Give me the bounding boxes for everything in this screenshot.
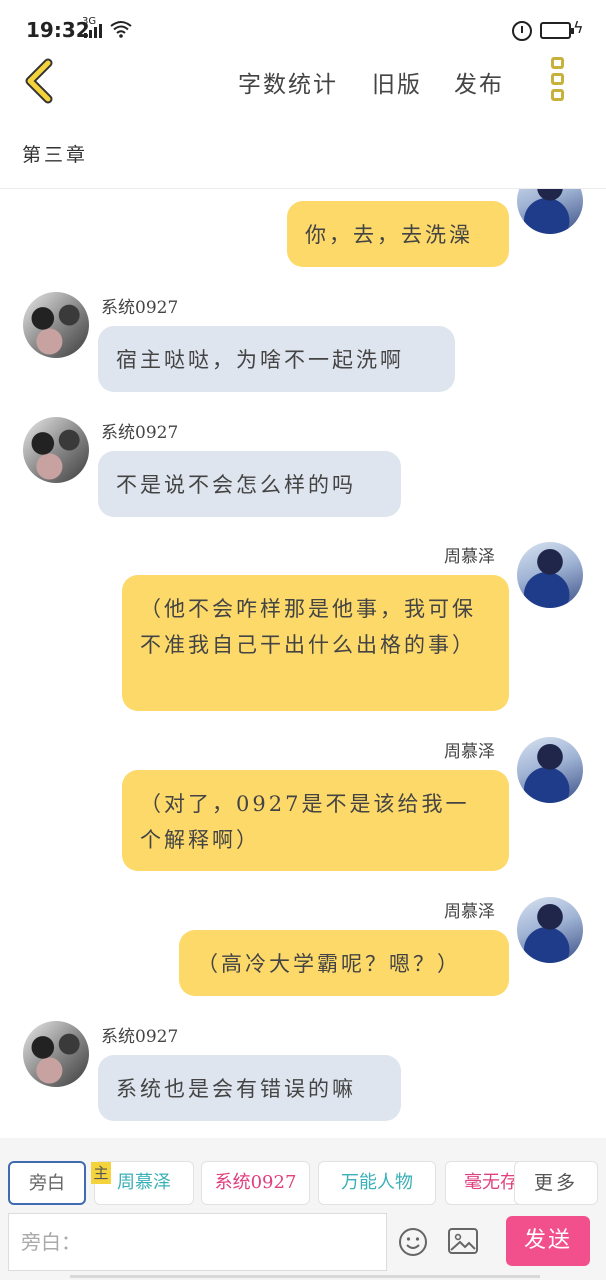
send-button[interactable]: 发送 — [506, 1216, 590, 1266]
more-menu-icon[interactable] — [548, 57, 568, 107]
chapter-title[interactable]: 第三章 — [22, 140, 88, 167]
more-roles-button[interactable]: 更多 — [514, 1161, 598, 1205]
message-bubble[interactable]: （高冷大学霸呢？嗯？） — [179, 930, 509, 996]
home-indicator — [70, 1275, 540, 1278]
message-bubble[interactable]: 系统也是会有错误的嘛 — [98, 1055, 401, 1121]
sender-name: 周慕泽 — [444, 902, 495, 922]
sender-name: 周慕泽 — [444, 742, 495, 762]
sender-name: 系统0927 — [101, 423, 179, 443]
avatar[interactable] — [517, 897, 583, 963]
publish-button[interactable]: 发布 — [454, 65, 504, 99]
back-arrow-icon[interactable] — [18, 57, 62, 105]
avatar[interactable] — [23, 417, 89, 483]
composer-bar: 旁白 周慕泽 主 系统0927 万能人物 毫无存 更多 发送 — [0, 1138, 606, 1280]
message-bubble[interactable]: （他不会咋样那是他事，我可保不准我自己干出什么出格的事） — [122, 575, 509, 711]
sender-name: 周慕泽 — [444, 547, 495, 567]
word-count-button[interactable]: 字数统计 — [238, 65, 338, 99]
status-time: 19:32 — [26, 18, 90, 42]
chat-area[interactable]: 你，去，去洗澡 系统0927 宿主哒哒，为啥不一起洗啊 系统0927 不是说不会… — [0, 189, 606, 1137]
sender-name: 系统0927 — [101, 1027, 179, 1047]
role-tab-partial[interactable]: 毫无存 — [445, 1161, 525, 1205]
message-bubble[interactable]: 宿主哒哒，为啥不一起洗啊 — [98, 326, 455, 392]
sender-name: 系统0927 — [101, 298, 179, 318]
avatar[interactable] — [517, 737, 583, 803]
role-tab-narration[interactable]: 旁白 — [8, 1161, 86, 1205]
lead-role-badge: 主 — [91, 1162, 111, 1184]
role-tab-universal-character[interactable]: 万能人物 — [318, 1161, 436, 1205]
narration-input[interactable] — [8, 1213, 387, 1271]
battery-icon — [540, 22, 574, 39]
avatar[interactable] — [23, 1021, 89, 1087]
signal-icon — [84, 24, 104, 38]
avatar[interactable] — [23, 292, 89, 358]
charging-icon: ϟ — [573, 18, 584, 37]
top-toolbar: 字数统计 旧版 发布 — [0, 55, 606, 107]
image-icon[interactable] — [448, 1228, 478, 1254]
wifi-icon — [110, 21, 132, 38]
message-bubble[interactable]: 你，去，去洗澡 — [287, 201, 509, 267]
message-bubble[interactable]: （对了，0927是不是该给我一个解释啊） — [122, 770, 509, 871]
avatar[interactable] — [517, 542, 583, 608]
emoji-icon[interactable] — [398, 1227, 428, 1257]
avatar[interactable] — [517, 189, 583, 234]
old-version-button[interactable]: 旧版 — [372, 65, 422, 99]
message-bubble[interactable]: 不是说不会怎么样的吗 — [98, 451, 401, 517]
status-bar: 19:32 3G ϟ — [0, 0, 606, 60]
alarm-icon — [512, 21, 532, 41]
role-tab-system-0927[interactable]: 系统0927 — [201, 1161, 310, 1205]
